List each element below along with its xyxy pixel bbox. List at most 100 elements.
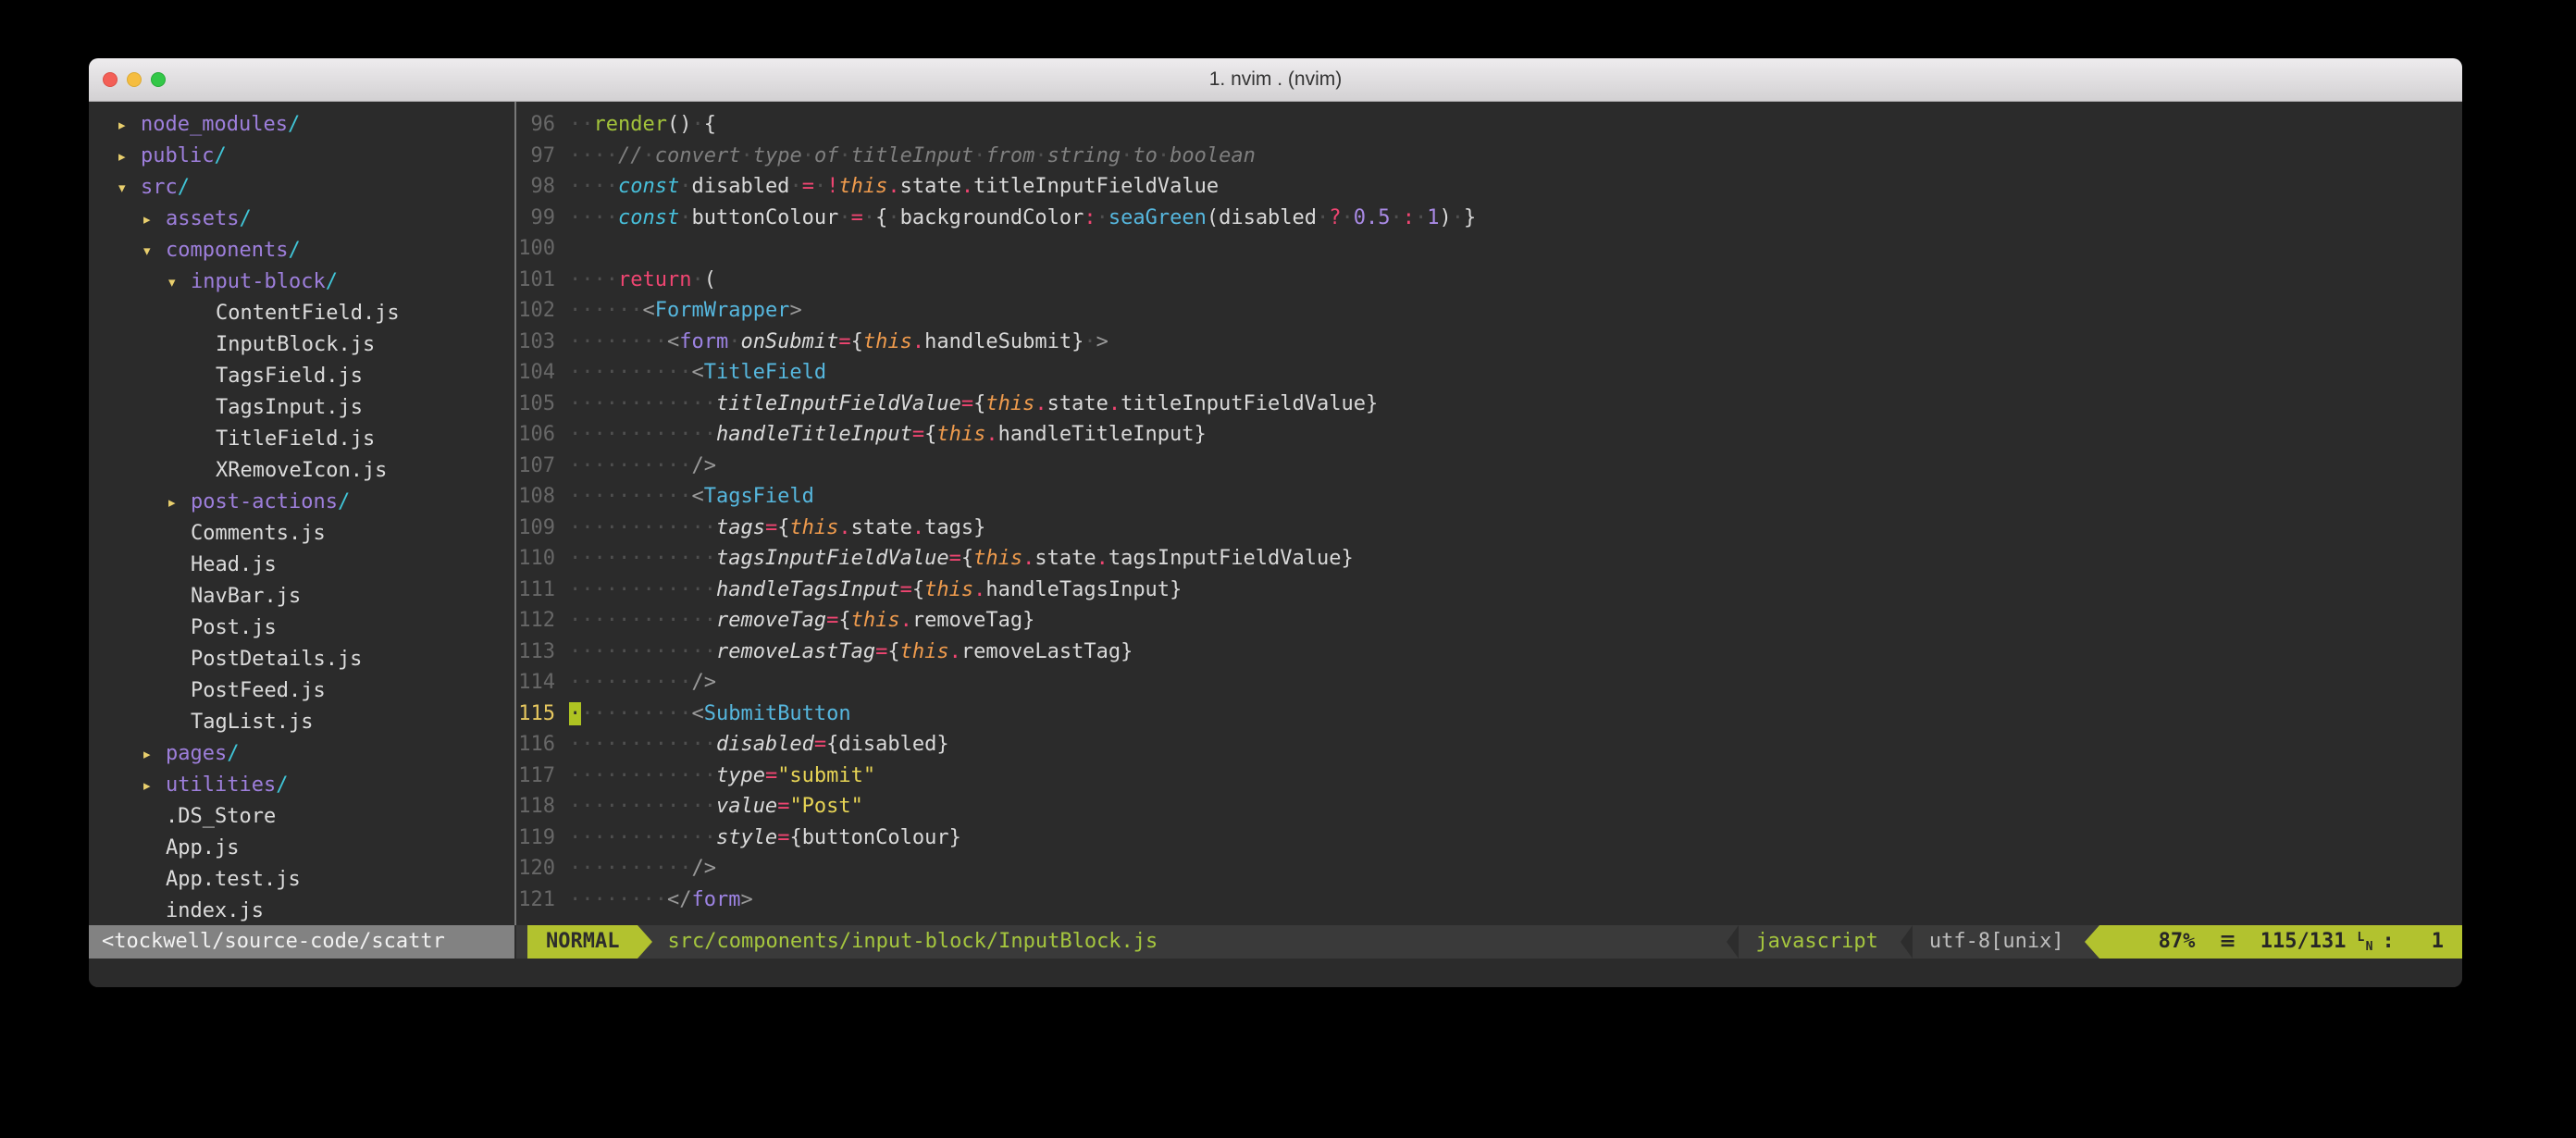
line-number: 118 <box>516 791 555 823</box>
tree-item-folder[interactable]: ▸pages/ <box>89 738 514 770</box>
code-line[interactable]: 117············type="submit" <box>516 761 2462 792</box>
tree-item-folder[interactable]: ▸utilities/ <box>89 770 514 801</box>
folder-closed-arrow-icon[interactable]: ▸ <box>143 204 166 235</box>
line-number: 105 <box>516 389 555 420</box>
code-line[interactable]: 115··········<SubmitButton <box>516 699 2462 730</box>
code-line[interactable]: 108··········<TagsField <box>516 481 2462 513</box>
tree-item-file[interactable]: PostDetails.js <box>89 644 514 675</box>
code-line[interactable]: 101····return·( <box>516 265 2462 296</box>
code-line[interactable]: 106············handleTitleInput={this.ha… <box>516 419 2462 451</box>
code-line[interactable]: 104 ··········<TitleField <box>516 357 2462 389</box>
folder-slash: / <box>214 141 226 172</box>
code-line[interactable]: 102······<FormWrapper> <box>516 295 2462 327</box>
line-number: 104 <box>516 357 555 389</box>
folder-closed-arrow-icon[interactable]: ▸ <box>118 109 141 141</box>
tree-item-folder[interactable]: ▾components/ <box>89 235 514 266</box>
chevron-left-icon <box>1901 925 1913 959</box>
zoom-button[interactable] <box>151 72 166 87</box>
code-line[interactable]: 97····//·convert·type·of·titleInput·from… <box>516 141 2462 172</box>
tree-item-label: ContentField.js <box>216 298 400 329</box>
code-line[interactable]: 116············disabled={disabled} <box>516 729 2462 761</box>
tree-item-file[interactable]: Post.js <box>89 612 514 644</box>
code-line[interactable]: 110············tagsInputFieldValue={this… <box>516 543 2462 575</box>
line-number: 106 <box>516 419 555 451</box>
code-text: ············removeLastTag={this.removeLa… <box>569 637 1133 668</box>
tree-item-file[interactable]: App.js <box>89 833 514 864</box>
file-tree-pane[interactable]: ▸node_modules/▸public/▾src/▸assets/▾comp… <box>89 102 514 925</box>
code-line[interactable]: 105 ············titleInputFieldValue={thi… <box>516 389 2462 420</box>
tree-item-file[interactable]: TagList.js <box>89 707 514 738</box>
close-button[interactable] <box>103 72 118 87</box>
line-number: 115 <box>516 699 555 730</box>
minimize-button[interactable] <box>127 72 142 87</box>
code-line[interactable]: 103········<form·onSubmit={this.handleSu… <box>516 327 2462 358</box>
tree-item-label: TagsField.js <box>216 361 363 392</box>
code-line[interactable]: 120··········/> <box>516 853 2462 884</box>
folder-open-arrow-icon[interactable]: ▾ <box>168 266 191 298</box>
code-line[interactable]: 114··········/> <box>516 667 2462 699</box>
titlebar[interactable]: 1. nvim . (nvim) <box>89 58 2462 102</box>
code-line[interactable]: 99····const·buttonColour·=·{·backgroundC… <box>516 203 2462 234</box>
folder-closed-arrow-icon[interactable]: ▸ <box>168 487 191 518</box>
code-text: ············titleInputFieldValue={this.s… <box>569 389 1378 420</box>
folder-closed-arrow-icon[interactable]: ▸ <box>118 141 141 172</box>
tree-item-file[interactable]: InputBlock.js <box>89 329 514 361</box>
code-text: ····const·disabled·=·!this.state.titleIn… <box>569 171 1219 203</box>
tree-item-file[interactable]: ContentField.js <box>89 298 514 329</box>
folder-slash: / <box>288 109 300 141</box>
code-line[interactable]: 118············value="Post" <box>516 791 2462 823</box>
code-line[interactable]: 121········</form> <box>516 884 2462 916</box>
tree-item-file[interactable]: Comments.js <box>89 518 514 550</box>
code-text: ············style={buttonColour} <box>569 823 961 854</box>
tree-item-folder[interactable]: ▾input-block/ <box>89 266 514 298</box>
tree-item-file[interactable]: index.js <box>89 896 514 925</box>
tree-item-file[interactable]: App.test.js <box>89 864 514 896</box>
code-line[interactable]: 111············handleTagsInput={this.han… <box>516 575 2462 606</box>
line-number: 111 <box>516 575 555 606</box>
tree-item-file[interactable]: Head.js <box>89 550 514 581</box>
code-text: ············removeTag={this.removeTag} <box>569 605 1034 637</box>
code-text: ··········<TagsField <box>569 481 814 513</box>
folder-closed-arrow-icon[interactable]: ▸ <box>143 770 166 801</box>
tree-item-file[interactable]: .DS_Store <box>89 801 514 833</box>
line-number: 98 <box>516 171 555 203</box>
tree-item-file[interactable]: TagsField.js <box>89 361 514 392</box>
line-number: 107 <box>516 451 555 482</box>
tree-item-file[interactable]: NavBar.js <box>89 581 514 612</box>
traffic-lights <box>89 72 166 87</box>
command-line[interactable] <box>89 959 2462 987</box>
terminal-window: 1. nvim . (nvim) ▸node_modules/▸public/▾… <box>89 58 2462 987</box>
tree-item-folder[interactable]: ▸node_modules/ <box>89 109 514 141</box>
code-line[interactable]: 119 ············style={buttonColour} <box>516 823 2462 854</box>
folder-closed-arrow-icon[interactable]: ▸ <box>143 738 166 770</box>
tree-item-file[interactable]: PostFeed.js <box>89 675 514 707</box>
code-line[interactable]: 107 ··········/> <box>516 451 2462 482</box>
tree-item-file[interactable]: TitleField.js <box>89 424 514 455</box>
editor-pane[interactable]: 96··render()·{97····//·convert·type·of·t… <box>516 102 2462 925</box>
code-line[interactable]: 113············removeLastTag={this.remov… <box>516 637 2462 668</box>
tree-item-label: src <box>141 172 178 204</box>
tree-item-folder[interactable]: ▸public/ <box>89 141 514 172</box>
folder-open-arrow-icon[interactable]: ▾ <box>118 172 141 204</box>
code-line[interactable]: 112············removeTag={this.removeTag… <box>516 605 2462 637</box>
folder-slash: / <box>326 266 338 298</box>
line-number: 119 <box>516 823 555 854</box>
tree-item-label: NavBar.js <box>191 581 301 612</box>
code-text: ········<form·onSubmit={this.handleSubmi… <box>569 327 1108 358</box>
line-number: 109 <box>516 513 555 544</box>
code-text: ··········/> <box>569 451 716 482</box>
code-line[interactable]: 96··render()·{ <box>516 109 2462 141</box>
code-line[interactable]: 109············tags={this.state.tags} <box>516 513 2462 544</box>
tree-item-folder[interactable]: ▸post-actions/ <box>89 487 514 518</box>
code-line[interactable]: 98 ····const·disabled·=·!this.state.title… <box>516 171 2462 203</box>
line-number: 110 <box>516 543 555 575</box>
tree-item-folder[interactable]: ▾src/ <box>89 172 514 204</box>
code-line[interactable]: 100 <box>516 233 2462 265</box>
tree-item-file[interactable]: TagsInput.js <box>89 392 514 424</box>
tree-statusline: <tockwell/source-code/scattr <box>89 925 514 959</box>
code-text: ··········<TitleField <box>569 357 826 389</box>
folder-open-arrow-icon[interactable]: ▾ <box>143 235 166 266</box>
tree-item-folder[interactable]: ▸assets/ <box>89 204 514 235</box>
tree-item-file[interactable]: XRemoveIcon.js <box>89 455 514 487</box>
tree-item-label: InputBlock.js <box>216 329 375 361</box>
